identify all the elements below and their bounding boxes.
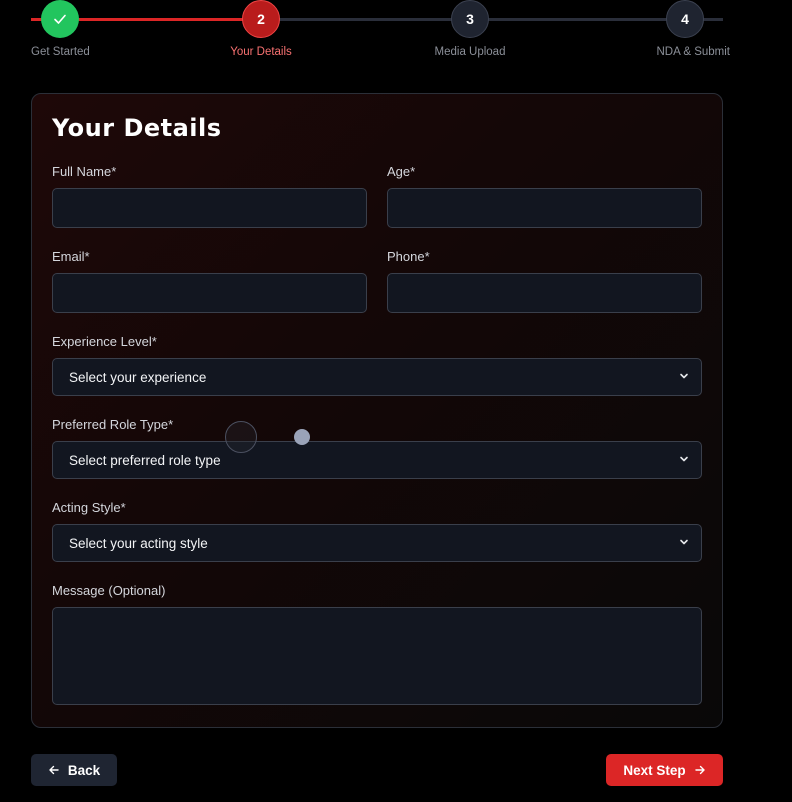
chevron-down-icon	[680, 539, 688, 545]
step-label: NDA & Submit	[656, 46, 731, 58]
full-name-field: Full Name*	[52, 164, 367, 228]
back-button[interactable]: Back	[31, 754, 117, 786]
acting-style-selected-value: Select your acting style	[69, 535, 208, 551]
experience-select[interactable]: Select your experience	[52, 358, 702, 396]
step-complete-check	[41, 0, 79, 38]
acting-style-label: Acting Style*	[52, 500, 126, 515]
step-label: Get Started	[31, 46, 90, 58]
step-get-started[interactable]: Get Started	[31, 0, 91, 58]
cursor-ring	[225, 421, 257, 453]
email-label: Email*	[52, 249, 90, 264]
back-button-label: Back	[67, 762, 101, 778]
chevron-down-icon	[680, 456, 688, 462]
check-icon	[54, 14, 66, 24]
full-name-label: Full Name*	[52, 164, 117, 179]
phone-input[interactable]	[387, 273, 702, 313]
role-type-selected-value: Select preferred role type	[69, 452, 221, 468]
arrow-right-icon	[694, 765, 705, 775]
age-input[interactable]	[387, 188, 702, 228]
experience-label: Experience Level*	[52, 334, 157, 349]
acting-style-select[interactable]: Select your acting style	[52, 524, 702, 562]
message-field: Message (Optional)	[52, 583, 702, 705]
chevron-down-icon	[680, 373, 688, 379]
details-form-card: Your Details Full Name* Age* Email* Phon…	[31, 93, 723, 728]
experience-field: Experience Level* Select your experience	[52, 334, 702, 396]
next-step-button-label: Next Step	[623, 762, 686, 778]
step-your-details[interactable]: 2 Your Details	[222, 0, 300, 58]
role-type-select[interactable]: Select preferred role type	[52, 441, 702, 479]
role-type-field: Preferred Role Type* Select preferred ro…	[52, 417, 702, 479]
phone-label: Phone*	[387, 249, 430, 264]
role-type-label: Preferred Role Type*	[52, 417, 174, 432]
experience-selected-value: Select your experience	[69, 369, 207, 385]
step-number: 3	[451, 0, 489, 38]
phone-field: Phone*	[387, 249, 702, 313]
step-number: 2	[242, 0, 280, 38]
message-label: Message (Optional)	[52, 583, 166, 598]
message-textarea[interactable]	[52, 607, 702, 705]
cursor-dot	[294, 429, 310, 445]
email-input[interactable]	[52, 273, 367, 313]
age-label: Age*	[387, 164, 416, 179]
form-title: Your Details	[52, 114, 222, 142]
step-number: 4	[666, 0, 704, 38]
acting-style-field: Acting Style* Select your acting style	[52, 500, 702, 562]
step-label: Media Upload	[434, 46, 506, 58]
age-field: Age*	[387, 164, 702, 228]
full-name-input[interactable]	[52, 188, 367, 228]
step-label: Your Details	[230, 46, 292, 58]
arrow-left-icon	[49, 765, 59, 775]
email-field: Email*	[52, 249, 367, 313]
step-nda-submit[interactable]: 4 NDA & Submit	[640, 0, 730, 58]
next-step-button[interactable]: Next Step	[606, 754, 723, 786]
step-media-upload[interactable]: 3 Media Upload	[427, 0, 513, 58]
progress-stepper: Get Started 2 Your Details 3 Media Uploa…	[0, 0, 792, 70]
